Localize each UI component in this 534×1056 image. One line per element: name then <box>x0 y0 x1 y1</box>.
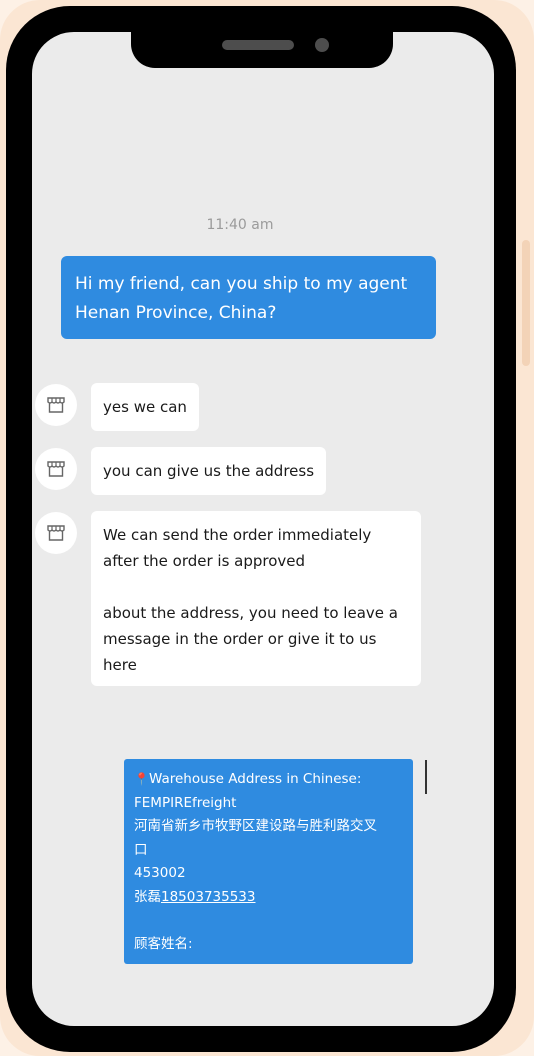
speaker-grille <box>222 40 294 50</box>
store-avatar[interactable] <box>35 512 77 554</box>
message-timestamp: 11:40 am <box>206 217 274 233</box>
outgoing-message-line: Hi my friend, can you ship to my agent <box>75 274 408 294</box>
incoming-message-line: message in the order or give it to us <box>103 630 377 648</box>
contact-phone-link[interactable]: 18503735533 <box>161 889 255 905</box>
warehouse-address-card[interactable]: 📍Warehouse Address in Chinese: FEMPIREfr… <box>124 759 413 964</box>
outgoing-message-bubble[interactable]: Hi my friend, can you ship to my agent H… <box>61 256 436 339</box>
store-icon <box>47 397 65 413</box>
phone-side-button <box>522 240 530 366</box>
address-street-line: 河南省新乡市牧野区建设路与胜利路交叉 <box>134 818 377 834</box>
incoming-message-line: We can send the order immediately <box>103 526 372 544</box>
customer-name-label: 顾客姓名: <box>134 935 193 952</box>
address-company: FEMPIREfreight <box>134 794 237 811</box>
incoming-message-line: about the address, you need to leave a <box>103 604 398 622</box>
front-camera <box>315 38 329 52</box>
store-icon <box>47 461 65 477</box>
store-avatar[interactable] <box>35 384 77 426</box>
location-pin-icon: 📍 <box>134 772 149 786</box>
contact-name: 张磊 <box>134 888 161 905</box>
address-card-title: Warehouse Address in Chinese: <box>148 771 362 787</box>
incoming-message-line: here <box>103 656 137 674</box>
address-postal-code: 453002 <box>134 865 186 881</box>
incoming-message-bubble[interactable]: We can send the order immediately after … <box>91 511 421 686</box>
store-avatar[interactable] <box>35 448 77 490</box>
incoming-message-bubble[interactable]: yes we can <box>91 383 199 431</box>
incoming-message-text: you can give us the address <box>103 462 315 480</box>
incoming-message-text: yes we can <box>103 398 187 416</box>
store-icon <box>47 525 65 541</box>
address-street-line: 口 <box>134 841 148 858</box>
incoming-message-bubble[interactable]: you can give us the address <box>91 447 327 495</box>
outgoing-message-line: Henan Province, China? <box>75 303 277 323</box>
incoming-message-line: after the order is approved <box>103 552 306 570</box>
text-cursor <box>425 760 427 794</box>
